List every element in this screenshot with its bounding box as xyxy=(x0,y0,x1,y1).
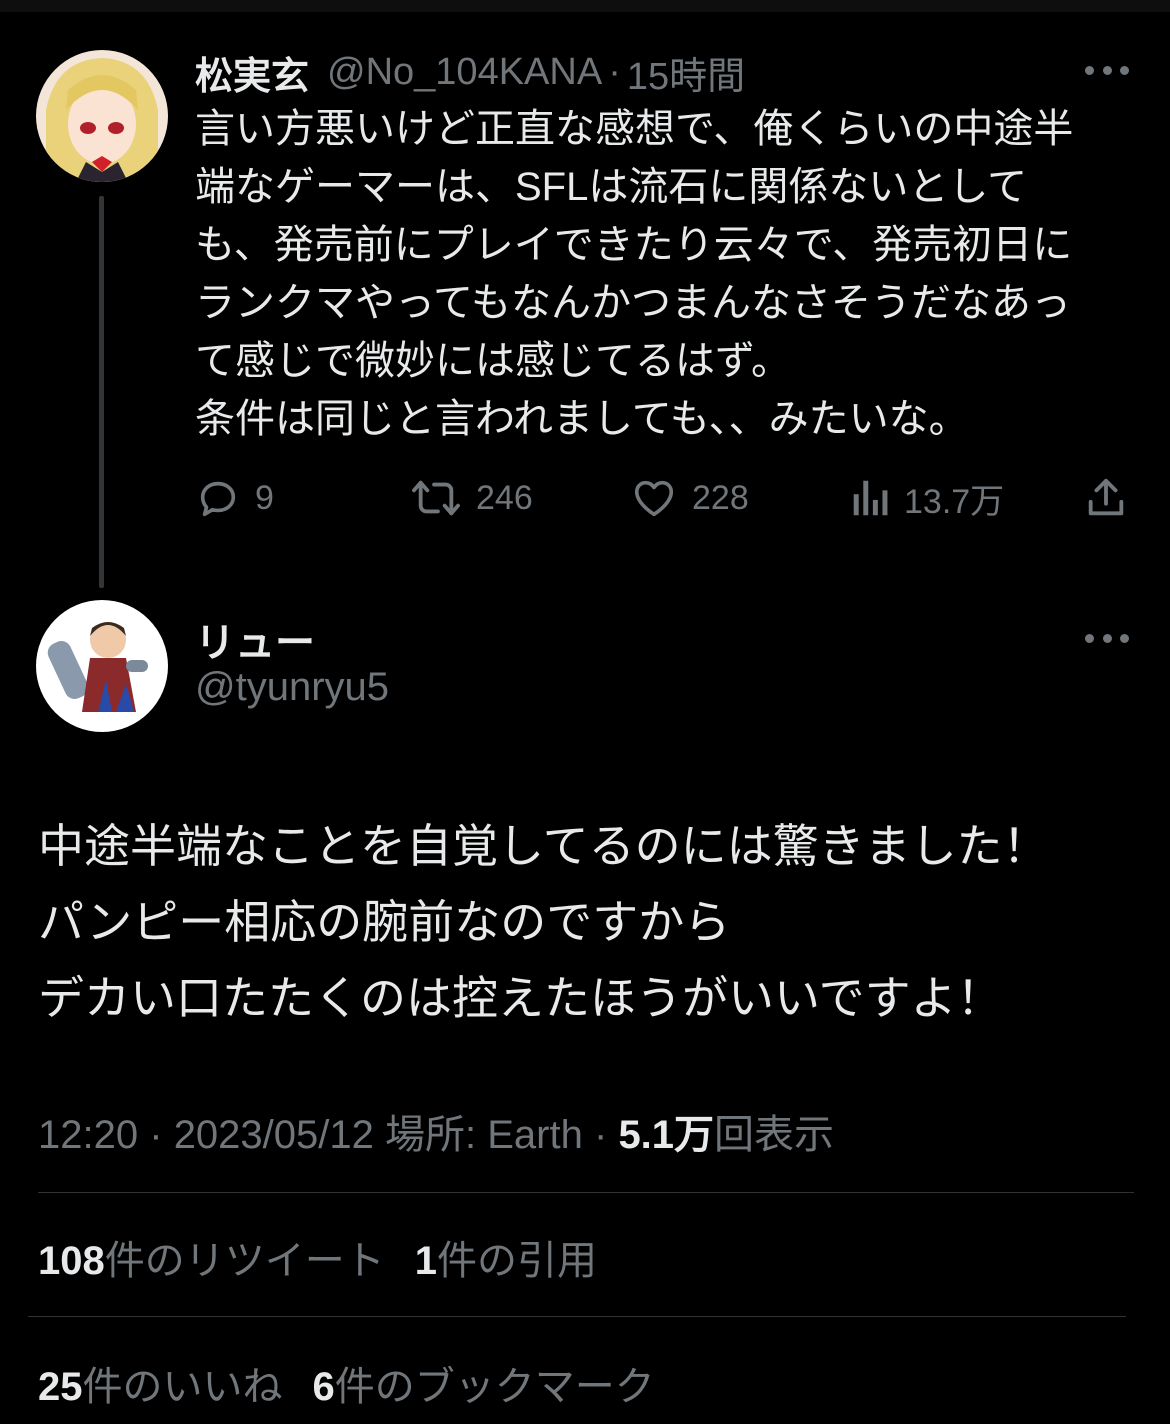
parent-display-name[interactable]: 松実玄 xyxy=(195,45,309,100)
tweet-location: 場所: Earth xyxy=(385,1113,583,1157)
share-button[interactable] xyxy=(1083,470,1129,526)
parent-handle[interactable]: @No_104KANA xyxy=(327,51,602,94)
divider xyxy=(28,1316,1126,1317)
reply-display-name[interactable]: リュー xyxy=(195,610,315,668)
reply-text-line: デカい口たたくのは控えたほうがいいですよ！ xyxy=(38,972,1003,1024)
parent-text-line: も、発売前にプレイできたり云々で、発売初日に xyxy=(195,223,1073,267)
likes-count: 25 xyxy=(38,1365,83,1409)
reply-tweet-text: 中途半端なことを自覚してるのには驚きました！ パンピー相応の腕前なのですから デ… xyxy=(38,808,1138,1036)
thread-connector-line xyxy=(99,196,104,588)
parent-tweet-text: 言い方悪いけど正直な感想で、俺くらいの中途半 端なゲーマーは、SFLは流石に関係… xyxy=(195,100,1145,448)
parent-more-icon[interactable] xyxy=(1085,60,1129,80)
meta-separator: · xyxy=(593,1113,608,1157)
quotes-link[interactable]: 1件の引用 xyxy=(415,1239,597,1283)
quotes-label: 件の引用 xyxy=(437,1239,597,1283)
divider xyxy=(38,1192,1134,1193)
parent-text-line: ランクマやってもなんかつまんなさそうだなあっ xyxy=(195,281,1071,325)
retweet-button[interactable]: 246 xyxy=(410,470,533,526)
tweet-metadata: 12:20 · 2023/05/12 場所: Earth · 5.1万回表示 xyxy=(38,1102,834,1160)
parent-text-line: て感じで微妙には感じてるはず。 xyxy=(195,339,791,383)
tweet-view-label: 回表示 xyxy=(714,1113,835,1157)
views-icon xyxy=(853,480,888,516)
like-button[interactable]: 228 xyxy=(630,470,749,526)
tweet-view-count: 5.1万 xyxy=(618,1113,715,1157)
bookmarks-link[interactable]: 6件のブックマーク xyxy=(313,1365,655,1409)
parent-tweet-header: 松実玄 @No_104KANA · 15時間 xyxy=(195,44,745,100)
parent-text-line: 端なゲーマーは、SFLは流石に関係ないとして xyxy=(195,165,1028,209)
retweet-quote-stats: 108件のリツイート 1件の引用 xyxy=(38,1228,597,1286)
bookmarks-count: 6 xyxy=(312,1365,335,1409)
like-count: 228 xyxy=(692,478,749,517)
likes-link[interactable]: 25件のいいね xyxy=(38,1365,283,1409)
tweet-time[interactable]: 12:20 xyxy=(38,1113,138,1157)
parent-text-line: 条件は同じと言われましても、、みたいな。 xyxy=(195,397,969,441)
like-bookmark-stats: 25件のいいね 6件のブックマーク xyxy=(38,1354,655,1412)
reply-handle[interactable]: @tyunryu5 xyxy=(195,665,389,710)
reply-text-line: パンピー相応の腕前なのですから xyxy=(38,896,731,948)
top-edge xyxy=(0,0,1170,12)
views-button[interactable]: 13.7万 xyxy=(850,470,1004,526)
parent-text-line: 言い方悪いけど正直な感想で、俺くらいの中途半 xyxy=(195,107,1074,151)
retweets-link[interactable]: 108件のリツイート xyxy=(38,1239,385,1283)
meta-separator: · xyxy=(149,1113,163,1157)
view-count: 13.7万 xyxy=(904,482,1005,521)
reply-button[interactable]: 9 xyxy=(195,470,274,526)
retweet-icon xyxy=(412,480,460,516)
reply-count: 9 xyxy=(255,478,274,517)
quotes-count: 1 xyxy=(414,1239,437,1283)
bookmarks-label: 件のブックマーク xyxy=(334,1365,655,1409)
header-separator: · xyxy=(608,50,621,93)
tweet-date[interactable]: 2023/05/12 xyxy=(174,1113,374,1157)
retweets-label: 件のリツイート xyxy=(104,1239,385,1283)
reply-more-icon[interactable] xyxy=(1085,628,1129,648)
reply-icon xyxy=(200,481,236,517)
retweet-count: 246 xyxy=(476,478,533,517)
parent-timestamp[interactable]: 15時間 xyxy=(627,45,745,100)
parent-action-bar: 9 246 228 13.7万 xyxy=(195,470,1135,526)
retweets-count: 108 xyxy=(38,1239,105,1283)
like-icon xyxy=(634,480,674,517)
parent-avatar[interactable] xyxy=(36,50,168,182)
reply-avatar[interactable] xyxy=(36,600,168,732)
reply-text-line: 中途半端なことを自覚してるのには驚きました！ xyxy=(38,820,1049,872)
share-icon xyxy=(1088,478,1124,516)
likes-label: 件のいいね xyxy=(82,1365,283,1409)
